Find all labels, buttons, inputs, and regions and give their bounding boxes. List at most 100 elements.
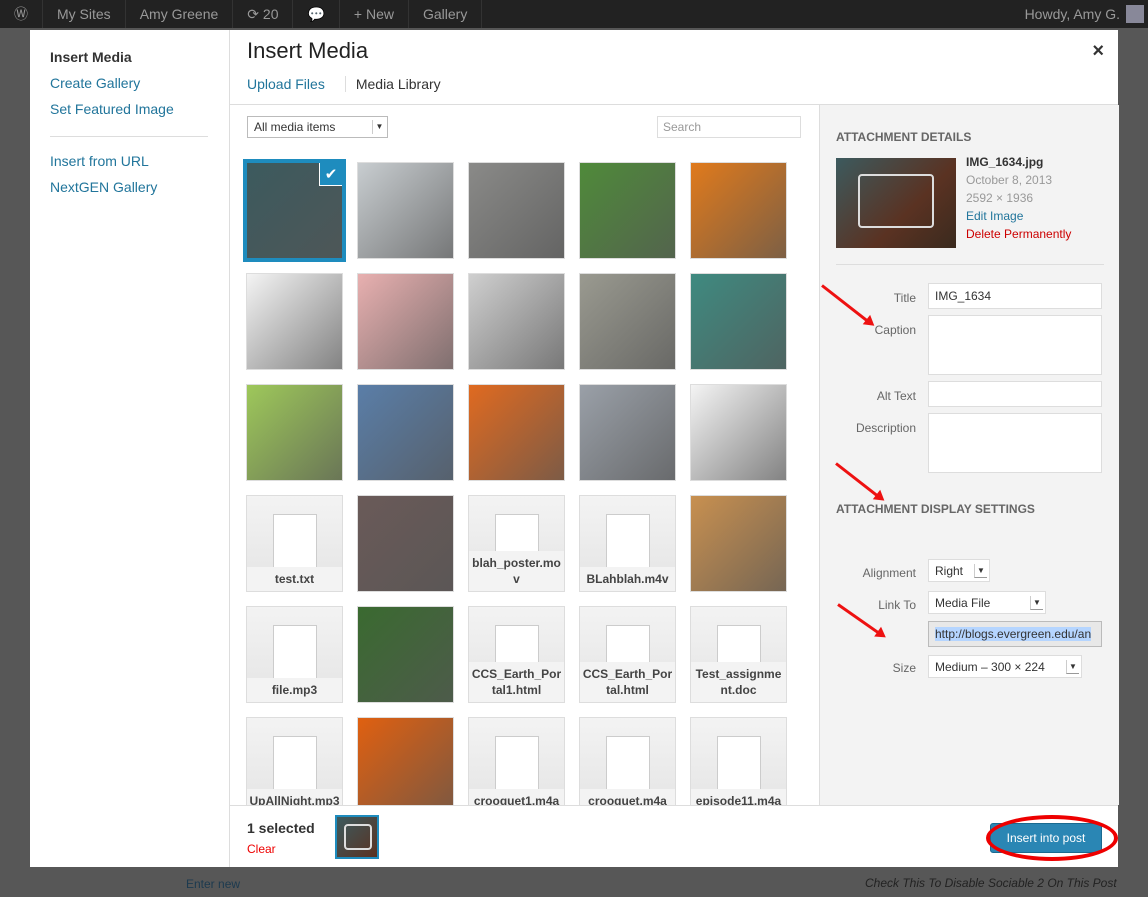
new-link[interactable]: + New [340, 0, 409, 28]
file-tile[interactable]: file.mp3 [246, 606, 343, 703]
link-to-label: Link To [878, 598, 916, 612]
image-tile[interactable] [468, 162, 565, 259]
image-tile[interactable] [357, 606, 454, 703]
caption-textarea[interactable] [928, 315, 1102, 375]
wordpress-logo-icon[interactable]: Ⓦ [0, 0, 43, 28]
file-tile[interactable]: test.txt [246, 495, 343, 592]
gallery-link[interactable]: Gallery [409, 0, 483, 28]
selected-thumbnail[interactable] [335, 815, 379, 859]
image-tile[interactable] [690, 384, 787, 481]
selection-count: 1 selected [247, 820, 315, 836]
chevron-down-icon: ▼ [1030, 596, 1043, 610]
avatar[interactable] [1126, 5, 1144, 23]
sociable-text: Check This To Disable Sociable 2 On This… [865, 876, 1117, 890]
file-type-icon [273, 736, 317, 792]
file-tile[interactable]: UpAllNight.mp3 [246, 717, 343, 805]
attachment-thumbnail [836, 158, 956, 248]
comments-icon[interactable]: 💬 [293, 0, 340, 28]
image-tile[interactable]: ✔ [243, 159, 346, 262]
description-textarea[interactable] [928, 413, 1102, 473]
image-tile[interactable] [246, 384, 343, 481]
file-tile[interactable]: crooquet.m4a [579, 717, 676, 805]
size-select[interactable]: Medium – 300 × 224 ▼ [928, 655, 1082, 678]
howdy-link[interactable]: Howdy, Amy G. [1025, 6, 1120, 22]
site-link[interactable]: Amy Greene [126, 0, 234, 28]
menu-set-featured-image[interactable]: Set Featured Image [50, 101, 174, 117]
menu-insert-from-url[interactable]: Insert from URL [50, 153, 149, 169]
attachment-details-heading: Attachment Details [836, 130, 972, 144]
file-tile[interactable]: BLahblah.m4v [579, 495, 676, 592]
alt-text-label: Alt Text [876, 389, 916, 403]
image-tile[interactable] [468, 384, 565, 481]
filename: IMG_1634.jpg [966, 155, 1044, 169]
media-toolbar: 1 selected Clear Insert into post [230, 805, 1118, 867]
upload-date: October 8, 2013 [966, 173, 1053, 187]
file-tile[interactable]: CCS_Earth_Portal1.html [468, 606, 565, 703]
modal-title: Insert Media [247, 38, 369, 63]
clear-selection-link[interactable]: Clear [247, 842, 276, 856]
image-tile[interactable] [579, 162, 676, 259]
file-name: crooquet.m4a [580, 789, 675, 805]
file-type-icon [717, 736, 761, 792]
title-label: Title [893, 291, 916, 305]
updates-link[interactable]: ⟳ 20 [233, 0, 294, 28]
file-name: CCS_Earth_Portal1.html [469, 662, 564, 702]
size-value: Medium – 300 × 224 [935, 660, 1045, 674]
chevron-down-icon: ▼ [372, 120, 386, 134]
tab-media-library[interactable]: Media Library [344, 76, 451, 92]
alignment-label: Alignment [862, 566, 916, 580]
file-name: CCS_Earth_Portal.html [580, 662, 675, 702]
size-label: Size [892, 661, 916, 675]
file-tile[interactable]: blah_poster.mov [468, 495, 565, 592]
image-tile[interactable] [357, 162, 454, 259]
search-input[interactable]: Search [657, 116, 801, 138]
link-url-input[interactable]: http://blogs.evergreen.edu/an [928, 621, 1102, 647]
image-tile[interactable] [690, 162, 787, 259]
alt-text-input[interactable] [928, 381, 1102, 407]
media-menu: Insert Media Create Gallery Set Featured… [30, 30, 229, 867]
link-to-select[interactable]: Media File ▼ [928, 591, 1046, 614]
file-name: Test_assignment.doc [691, 662, 786, 702]
attachment-sidebar: Attachment Details IMG_1634.jpg October … [819, 105, 1119, 805]
image-tile[interactable] [579, 273, 676, 370]
tab-upload-files[interactable]: Upload Files [247, 76, 335, 92]
enter-new-link: Enter new [186, 877, 241, 891]
edit-image-link[interactable]: Edit Image [966, 209, 1023, 223]
file-type-icon [606, 736, 650, 792]
file-tile[interactable]: crooquet1.m4a [468, 717, 565, 805]
image-tile[interactable] [690, 273, 787, 370]
link-to-value: Media File [935, 596, 991, 610]
image-tile[interactable] [357, 717, 454, 805]
image-tile[interactable] [357, 384, 454, 481]
file-type-icon [273, 514, 317, 570]
my-sites-link[interactable]: My Sites [43, 0, 126, 28]
chevron-down-icon: ▼ [1066, 660, 1079, 674]
image-tile[interactable] [579, 384, 676, 481]
image-tile[interactable] [690, 495, 787, 592]
admin-bar: Ⓦ My Sites Amy Greene ⟳ 20 💬 + New Galle… [0, 0, 1148, 28]
alignment-select[interactable]: Right ▼ [928, 559, 990, 582]
filter-value: All media items [254, 120, 336, 134]
menu-create-gallery[interactable]: Create Gallery [50, 75, 140, 91]
file-type-icon [495, 736, 539, 792]
image-tile[interactable] [357, 495, 454, 592]
menu-insert-media[interactable]: Insert Media [50, 49, 132, 65]
image-tile[interactable] [246, 273, 343, 370]
image-tile[interactable] [468, 273, 565, 370]
caption-label: Caption [874, 323, 916, 337]
title-input[interactable]: IMG_1634 [928, 283, 1102, 309]
image-tile[interactable] [357, 273, 454, 370]
file-name: crooquet1.m4a [469, 789, 564, 805]
display-settings-heading: Attachment Display Settings [836, 502, 1035, 516]
file-tile[interactable]: CCS_Earth_Portal.html [579, 606, 676, 703]
close-icon[interactable]: × [1092, 40, 1104, 63]
file-name: episode11.m4a [691, 789, 786, 805]
checkmark-icon[interactable]: ✔ [319, 163, 342, 186]
menu-separator [50, 136, 208, 137]
file-tile[interactable]: Test_assignment.doc [690, 606, 787, 703]
dimensions: 2592 × 1936 [966, 191, 1034, 205]
file-tile[interactable]: episode11.m4a [690, 717, 787, 805]
delete-permanently-link[interactable]: Delete Permanently [966, 227, 1071, 241]
media-filter-select[interactable]: All media items ▼ [247, 116, 388, 138]
menu-nextgen-gallery[interactable]: NextGEN Gallery [50, 179, 157, 195]
